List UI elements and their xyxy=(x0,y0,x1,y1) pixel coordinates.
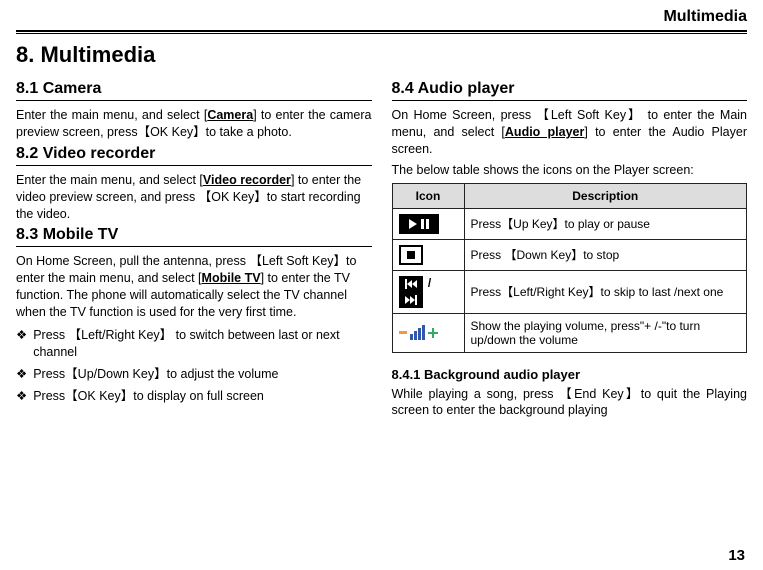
slash-separator: / xyxy=(428,276,431,290)
skip-previous-icon xyxy=(399,276,423,292)
chapter-title: 8. Multimedia xyxy=(16,42,747,68)
section-8-2-title: 8.2 Video recorder xyxy=(16,145,372,163)
audio-player-bold: Audio player xyxy=(505,125,584,139)
section-8-2-body: Enter the main menu, and select [Video r… xyxy=(16,172,372,223)
icon-cell: / xyxy=(392,270,464,313)
icon-cell xyxy=(392,313,464,352)
icon-cell xyxy=(392,239,464,270)
mobile-tv-bold: Mobile TV xyxy=(202,271,261,285)
icons-table: Icon Description Press【Up Key】to play or… xyxy=(392,183,748,353)
skip-next-icon xyxy=(399,292,423,308)
section-8-4-1-title: 8.4.1 Background audio player xyxy=(392,367,748,382)
table-row: Press 【Down Key】to stop xyxy=(392,239,747,270)
section-8-3-bullets: ❖Press 【Left/Right Key】 to switch betwee… xyxy=(16,327,372,405)
table-header-row: Icon Description xyxy=(392,183,747,208)
section-8-4-1-body: While playing a song, press 【End Key】to … xyxy=(392,386,748,420)
diamond-bullet-icon: ❖ xyxy=(16,388,27,405)
right-column: 8.4 Audio player On Home Screen, press 【… xyxy=(392,76,748,423)
table-row: Show the playing volume, press"+ /-"to t… xyxy=(392,313,747,352)
table-row: / Press【Left/Right Key】to skip to last /… xyxy=(392,270,747,313)
description-cell: Show the playing volume, press"+ /-"to t… xyxy=(464,313,747,352)
video-recorder-bold: Video recorder xyxy=(203,173,291,187)
section-8-3-body: On Home Screen, pull the antenna, press … xyxy=(16,253,372,321)
description-cell: Press 【Down Key】to stop xyxy=(464,239,747,270)
left-column: 8.1 Camera Enter the main menu, and sele… xyxy=(16,76,372,423)
section-8-3-title: 8.3 Mobile TV xyxy=(16,226,372,244)
section-rule xyxy=(392,100,748,101)
header-rule xyxy=(16,30,747,34)
section-rule xyxy=(16,100,372,101)
text: Enter the main menu, and select [ xyxy=(16,173,203,187)
bullet-text: Press【Up/Down Key】to adjust the volume xyxy=(33,366,278,383)
table-header-description: Description xyxy=(464,183,747,208)
bullet-text: Press 【Left/Right Key】 to switch between… xyxy=(33,327,371,361)
section-rule xyxy=(16,246,372,247)
section-8-4-title: 8.4 Audio player xyxy=(392,80,748,98)
table-row: Press【Up Key】to play or pause xyxy=(392,208,747,239)
section-rule xyxy=(16,165,372,166)
description-cell: Press【Up Key】to play or pause xyxy=(464,208,747,239)
play-pause-icon xyxy=(399,214,439,234)
description-cell: Press【Left/Right Key】to skip to last /ne… xyxy=(464,270,747,313)
icon-cell xyxy=(392,208,464,239)
stop-icon xyxy=(399,245,423,265)
volume-icon xyxy=(399,325,438,340)
section-8-4-body: On Home Screen, press 【Left Soft Key】 to… xyxy=(392,107,748,158)
content-columns: 8.1 Camera Enter the main menu, and sele… xyxy=(16,76,747,423)
bullet-item: ❖ Press【OK Key】to display on full screen xyxy=(16,388,372,405)
page-header: Multimedia xyxy=(16,8,747,30)
section-8-1-title: 8.1 Camera xyxy=(16,80,372,98)
page-number: 13 xyxy=(728,547,745,564)
text: Enter the main menu, and select [ xyxy=(16,108,207,122)
bullet-text: Press【OK Key】to display on full screen xyxy=(33,388,264,405)
diamond-bullet-icon: ❖ xyxy=(16,366,27,383)
diamond-bullet-icon: ❖ xyxy=(16,327,27,361)
section-8-1-body: Enter the main menu, and select [Camera]… xyxy=(16,107,372,141)
table-header-icon: Icon xyxy=(392,183,464,208)
bullet-item: ❖ Press【Up/Down Key】to adjust the volume xyxy=(16,366,372,383)
bullet-item: ❖Press 【Left/Right Key】 to switch betwee… xyxy=(16,327,372,361)
camera-bold: Camera xyxy=(207,108,253,122)
section-8-4-body-2: The below table shows the icons on the P… xyxy=(392,162,748,179)
